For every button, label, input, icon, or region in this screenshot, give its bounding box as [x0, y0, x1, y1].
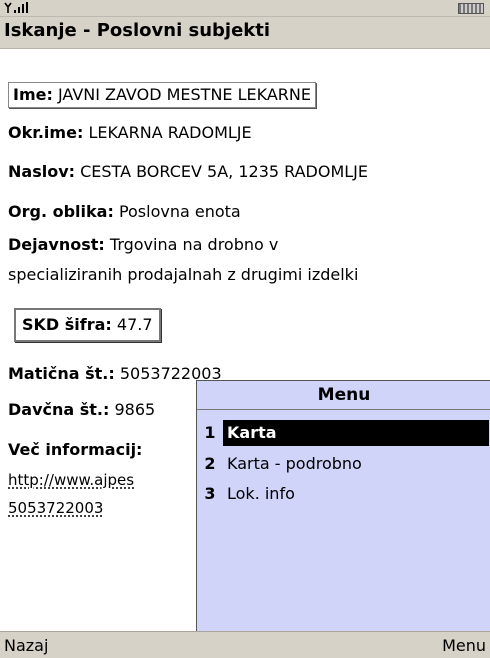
field-label: Matična št.: [8, 364, 115, 383]
menu-item-number: 1 [204, 423, 216, 442]
popup-menu: Menu 1 Karta 2 Karta - podrobno 3 Lok. info [196, 380, 490, 633]
menu-item-number: 3 [204, 484, 216, 503]
field-value: 9865 [114, 400, 156, 419]
softkey-bar: Nazaj Menu [0, 631, 490, 658]
field-vec-informacij: Več informacij: [8, 438, 142, 462]
field-value: Trgovina na drobno v [109, 235, 279, 254]
menu-item-karta-podrobno[interactable]: 2 Karta - podrobno [197, 450, 490, 478]
field-label: Davčna št.: [8, 400, 110, 419]
field-value: LEKARNA RADOMLJE [88, 123, 252, 142]
field-label: Naslov: [8, 162, 76, 181]
field-value: JAVNI ZAVOD MESTNE LEKARNE [57, 85, 311, 104]
info-link[interactable]: http://www.ajpes [8, 468, 134, 492]
field-maticna[interactable]: Matična št.: 5053722003 [8, 362, 222, 386]
field-label: Ime: [13, 85, 53, 104]
menu-item-label: Karta [223, 420, 489, 446]
battery-icon [458, 3, 484, 14]
title-bar: Iskanje - Poslovni subjekti [0, 16, 490, 49]
menu-item-label: Karta - podrobno [227, 454, 362, 473]
field-value: CESTA BORCEV 5A, 1235 RADOMLJE [80, 162, 369, 181]
field-value-continued: specializiranih prodajalnah z drugimi iz… [8, 265, 359, 284]
field-skd[interactable]: SKD šifra: 47.7 [14, 308, 161, 342]
field-okr-ime[interactable]: Okr.ime: LEKARNA RADOMLJE [8, 121, 252, 145]
status-bar [0, 0, 490, 16]
menu-item-label: Lok. info [227, 484, 295, 503]
softkey-left-back[interactable]: Nazaj [4, 636, 48, 655]
field-dejavnost[interactable]: Dejavnost: Trgovina na drobno v speciali… [8, 230, 358, 290]
field-naslov[interactable]: Naslov: CESTA BORCEV 5A, 1235 RADOMLJE [8, 160, 368, 184]
field-label: Več informacij: [8, 440, 143, 459]
page-title: Iskanje - Poslovni subjekti [4, 20, 271, 41]
field-label: Dejavnost: [8, 235, 105, 254]
field-label: Okr.ime: [8, 123, 84, 142]
field-label: SKD šifra: [22, 315, 112, 334]
field-org-oblika[interactable]: Org. oblika: Poslovna enota [8, 200, 241, 224]
info-link-continued[interactable]: 5053722003 [8, 496, 103, 520]
menu-item-number: 2 [204, 454, 216, 473]
field-davcna[interactable]: Davčna št.: 9865 [8, 398, 155, 422]
softkey-right-menu[interactable]: Menu [442, 636, 486, 655]
menu-title: Menu [197, 381, 490, 410]
menu-item-lok-info[interactable]: 3 Lok. info [197, 480, 490, 508]
field-value: Poslovna enota [118, 202, 241, 221]
field-value: 47.7 [116, 315, 153, 334]
field-ime[interactable]: Ime: JAVNI ZAVOD MESTNE LEKARNE [8, 82, 316, 108]
signal-icon [4, 2, 28, 13]
menu-item-karta[interactable]: 1 Karta [197, 419, 490, 447]
field-label: Org. oblika: [8, 202, 114, 221]
